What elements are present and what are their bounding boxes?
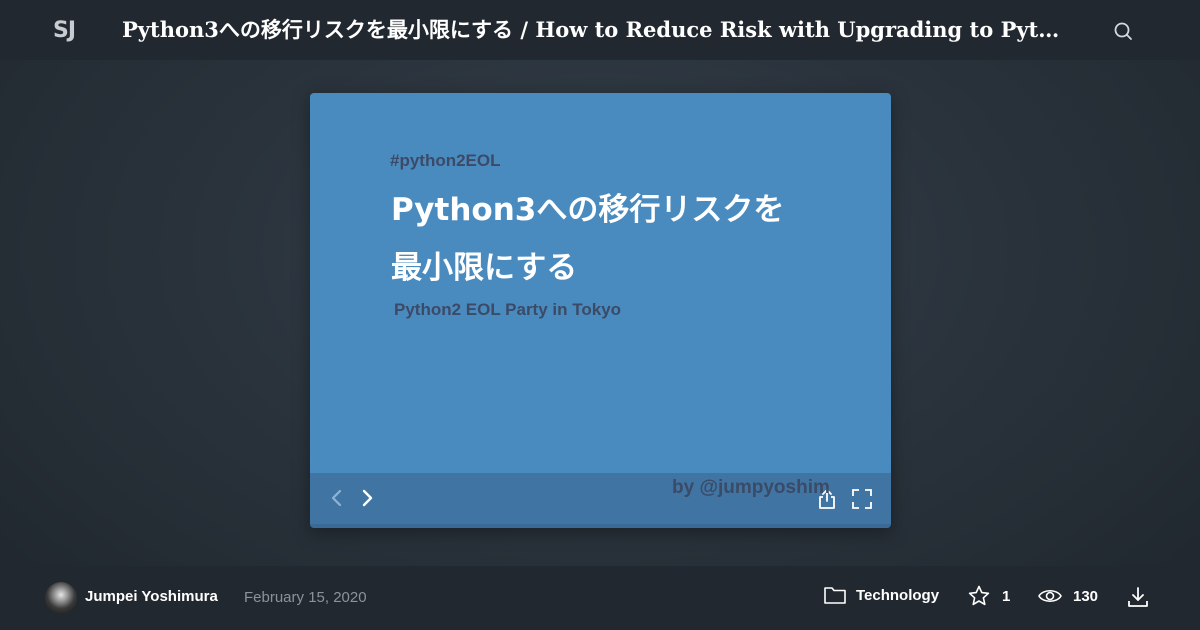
fullscreen-icon[interactable] xyxy=(850,487,874,511)
chevron-left-icon[interactable] xyxy=(326,485,348,511)
slide-hashtag: #python2EOL xyxy=(390,151,501,170)
views-stat: 130 xyxy=(1037,584,1098,608)
category-label: Technology xyxy=(856,586,940,604)
slide-progress-bar[interactable] xyxy=(310,524,891,528)
star-count: 1 xyxy=(1002,587,1011,605)
slide-heading: Python3への移行リスクを 最小限にする xyxy=(391,181,831,297)
avatar[interactable] xyxy=(45,582,77,614)
category-link[interactable]: Technology xyxy=(823,584,939,606)
publish-date: February 15, 2020 xyxy=(244,589,367,606)
eye-icon xyxy=(1037,584,1063,608)
download-icon[interactable] xyxy=(1126,585,1150,609)
speakerdeck-logo[interactable]: SJ xyxy=(44,18,84,43)
star-button[interactable]: 1 xyxy=(967,584,1010,608)
view-count: 130 xyxy=(1073,587,1099,605)
folder-icon xyxy=(823,584,847,606)
search-icon[interactable] xyxy=(1112,20,1134,42)
top-bar: SJ Python3への移行リスクを最小限にする / How to Reduce… xyxy=(0,0,1200,60)
slide-byline: by @jumpyoshim xyxy=(672,477,830,498)
deck-title: Python3への移行リスクを最小限にする / How to Reduce Ri… xyxy=(122,17,1062,42)
deck-footer: Jumpei Yoshimura February 15, 2020 Techn… xyxy=(0,566,1200,630)
chevron-right-icon[interactable] xyxy=(356,485,378,511)
slide-heading-line-2: 最小限にする xyxy=(391,250,578,286)
slide-subtitle: Python2 EOL Party in Tokyo xyxy=(394,300,622,319)
slide-heading-line-1: Python3への移行リスクを xyxy=(391,192,785,228)
author-name[interactable]: Jumpei Yoshimura xyxy=(85,588,218,605)
slide-viewer[interactable]: #python2EOL Python3への移行リスクを 最小限にする Pytho… xyxy=(310,93,891,528)
star-icon xyxy=(967,584,991,608)
